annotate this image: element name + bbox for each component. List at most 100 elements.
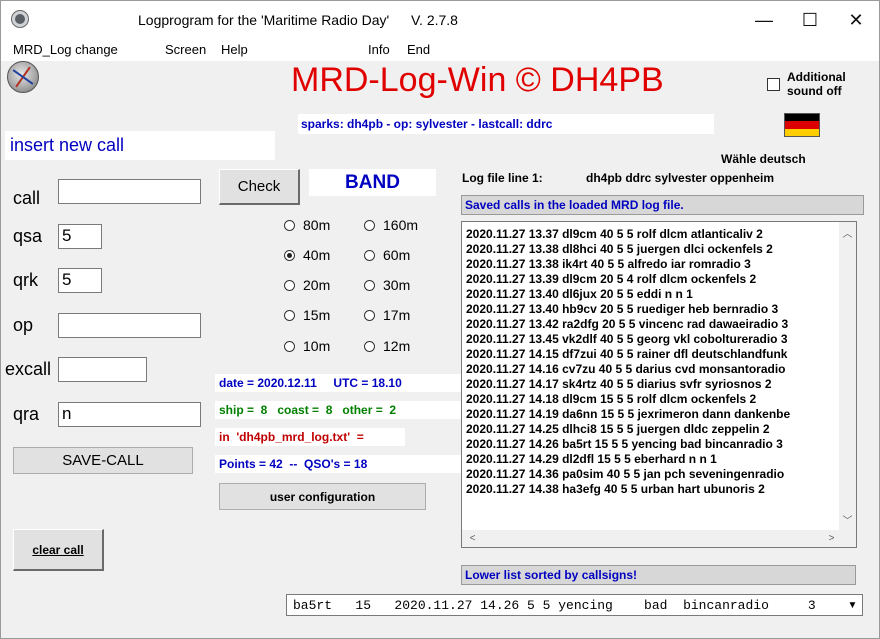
band-radio-160m[interactable] xyxy=(364,220,375,231)
sorted-calls-dropdown-value: ba5rt 15 2020.11.27 14.26 5 5 yencing ba… xyxy=(293,598,816,613)
band-radio-80m[interactable] xyxy=(284,220,295,231)
flag-stripe-3 xyxy=(785,128,819,136)
log-entry[interactable]: 2020.11.27 14.18 dl9cm 15 5 5 rolf dlcm … xyxy=(466,392,836,407)
language-label[interactable]: Wähle deutsch xyxy=(721,152,806,166)
scroll-down-icon[interactable]: ﹀ xyxy=(839,511,856,528)
band-label-40m[interactable]: 40m xyxy=(303,247,330,263)
sound-off-checkbox[interactable] xyxy=(767,78,780,91)
window-title: Logprogram for the 'Maritime Radio Day' xyxy=(138,12,390,28)
log-entry[interactable]: 2020.11.27 13.40 dl6jux 20 5 5 eddi n n … xyxy=(466,287,836,302)
scrollbar-corner xyxy=(839,530,856,547)
band-label-17m[interactable]: 17m xyxy=(383,307,410,323)
log-entry[interactable]: 2020.11.27 14.36 pa0sim 40 5 5 jan pch s… xyxy=(466,467,836,482)
excall-label: excall xyxy=(5,359,52,379)
band-label-15m[interactable]: 15m xyxy=(303,307,330,323)
band-label-60m[interactable]: 60m xyxy=(383,247,410,263)
insert-call-label: insert new call xyxy=(10,135,125,155)
menu-help[interactable]: Help xyxy=(221,42,248,57)
sound-off-label: Additional sound off xyxy=(787,70,846,98)
clear-call-button[interactable]: clear call xyxy=(13,529,104,571)
ship-coast-text: ship = 8 coast = 8 other = 2 xyxy=(219,403,397,417)
log-file-line-label: Log file line 1: xyxy=(462,171,543,185)
log-entry[interactable]: 2020.11.27 13.39 dl9cm 20 5 4 rolf dlcm … xyxy=(466,272,836,287)
log-entry[interactable]: 2020.11.27 14.17 sk4rtz 40 5 5 diarius s… xyxy=(466,377,836,392)
log-file-text: in 'dh4pb_mrd_log.txt' = xyxy=(219,430,364,444)
log-entry[interactable]: 2020.11.27 14.25 dlhci8 15 5 5 juergen d… xyxy=(466,422,836,437)
compass-icon xyxy=(7,61,39,93)
qsa-label: qsa xyxy=(13,226,43,246)
log-file-line-value: dh4pb ddrc sylvester oppenheim xyxy=(586,171,775,185)
qrk-input[interactable]: 5 xyxy=(58,268,102,293)
saved-calls-lines: 2020.11.27 13.37 dl9cm 40 5 5 rolf dlcm … xyxy=(466,227,836,497)
call-input[interactable] xyxy=(58,179,201,204)
minimize-button[interactable]: — xyxy=(741,1,787,39)
band-radio-40m[interactable] xyxy=(284,250,295,261)
saved-calls-caption: Saved calls in the loaded MRD log file. xyxy=(465,198,684,212)
band-radio-15m[interactable] xyxy=(284,310,295,321)
band-label-160m[interactable]: 160m xyxy=(383,217,418,233)
log-entry[interactable]: 2020.11.27 14.16 cv7zu 40 5 5 darius cvd… xyxy=(466,362,836,377)
menu-info[interactable]: Info xyxy=(368,42,390,57)
sorted-caption: Lower list sorted by callsigns! xyxy=(465,568,638,582)
vertical-scrollbar[interactable]: ︿ ﹀ xyxy=(839,222,856,530)
menu-screen[interactable]: Screen xyxy=(165,42,206,57)
excall-input[interactable] xyxy=(58,357,147,382)
log-entry[interactable]: 2020.11.27 13.42 ra2dfg 20 5 5 vincenc r… xyxy=(466,317,836,332)
app-icon[interactable] xyxy=(11,10,29,28)
log-entry[interactable]: 2020.11.27 13.37 dl9cm 40 5 5 rolf dlcm … xyxy=(466,227,836,242)
points-qso-text: Points = 42 -- QSO's = 18 xyxy=(219,457,368,471)
band-label-20m[interactable]: 20m xyxy=(303,277,330,293)
log-entry[interactable]: 2020.11.27 14.15 df7zui 40 5 5 rainer df… xyxy=(466,347,836,362)
qra-input[interactable]: n xyxy=(58,402,201,427)
check-button[interactable]: Check xyxy=(219,169,300,205)
log-entry[interactable]: 2020.11.27 14.19 da6nn 15 5 5 jexrimeron… xyxy=(466,407,836,422)
band-radio-60m[interactable] xyxy=(364,250,375,261)
band-header: BAND xyxy=(345,172,400,193)
main-window: Logprogram for the 'Maritime Radio Day' … xyxy=(0,0,880,639)
title-bar: Logprogram for the 'Maritime Radio Day' … xyxy=(1,1,879,39)
version-label: V. 2.7.8 xyxy=(411,12,458,28)
band-label-30m[interactable]: 30m xyxy=(383,277,410,293)
scroll-right-icon[interactable]: > xyxy=(823,530,840,547)
band-radio-20m[interactable] xyxy=(284,280,295,291)
op-input[interactable] xyxy=(58,313,201,338)
date-utc-text: date = 2020.12.11 UTC = 18.10 xyxy=(219,376,402,390)
log-entry[interactable]: 2020.11.27 13.40 hb9cv 20 5 5 ruediger h… xyxy=(466,302,836,317)
scroll-left-icon[interactable]: < xyxy=(464,530,481,547)
log-entry[interactable]: 2020.11.27 13.45 vk2dlf 40 5 5 georg vkl… xyxy=(466,332,836,347)
flag-stripe-1 xyxy=(785,114,819,122)
app-title: MRD-Log-Win © DH4PB xyxy=(291,61,664,99)
menu-bar: MRD_Log change Screen Help Info End xyxy=(1,39,879,61)
qra-label: qra xyxy=(13,404,40,424)
band-label-80m[interactable]: 80m xyxy=(303,217,330,233)
band-radio-12m[interactable] xyxy=(364,341,375,352)
save-call-button[interactable]: SAVE-CALL xyxy=(13,447,193,474)
log-entry[interactable]: 2020.11.27 14.38 ha3efg 40 5 5 urban har… xyxy=(466,482,836,497)
qrk-label: qrk xyxy=(13,270,39,290)
user-configuration-button[interactable]: user configuration xyxy=(219,483,426,510)
band-radio-10m[interactable] xyxy=(284,341,295,352)
qsa-input[interactable]: 5 xyxy=(58,224,102,249)
menu-mrd-log-change[interactable]: MRD_Log change xyxy=(13,42,118,57)
menu-end[interactable]: End xyxy=(407,42,430,57)
log-entry[interactable]: 2020.11.27 14.26 ba5rt 15 5 5 yencing ba… xyxy=(466,437,836,452)
saved-calls-list[interactable]: 2020.11.27 13.37 dl9cm 40 5 5 rolf dlcm … xyxy=(461,221,857,548)
band-radio-17m[interactable] xyxy=(364,310,375,321)
chevron-down-icon[interactable]: ▼ xyxy=(843,595,862,615)
maximize-button[interactable]: ☐ xyxy=(787,1,833,39)
sound-off-label-line1: Additional xyxy=(787,70,846,84)
band-label-12m[interactable]: 12m xyxy=(383,338,410,354)
band-radio-30m[interactable] xyxy=(364,280,375,291)
close-button[interactable]: ✕ xyxy=(833,1,879,39)
scroll-up-icon[interactable]: ︿ xyxy=(839,224,856,241)
status-text: sparks: dh4pb - op: sylvester - lastcall… xyxy=(301,117,553,131)
log-entry[interactable]: 2020.11.27 13.38 ik4rt 40 5 5 alfredo ia… xyxy=(466,257,836,272)
log-entry[interactable]: 2020.11.27 13.38 dl8hci 40 5 5 juergen d… xyxy=(466,242,836,257)
call-label: call xyxy=(13,188,41,208)
log-entry[interactable]: 2020.11.27 14.29 dl2dfl 15 5 5 eberhard … xyxy=(466,452,836,467)
german-flag-icon[interactable] xyxy=(784,113,820,137)
flag-stripe-2 xyxy=(785,121,819,129)
band-label-10m[interactable]: 10m xyxy=(303,338,330,354)
sound-off-label-line2: sound off xyxy=(787,84,842,98)
horizontal-scrollbar[interactable]: < > xyxy=(462,530,840,547)
